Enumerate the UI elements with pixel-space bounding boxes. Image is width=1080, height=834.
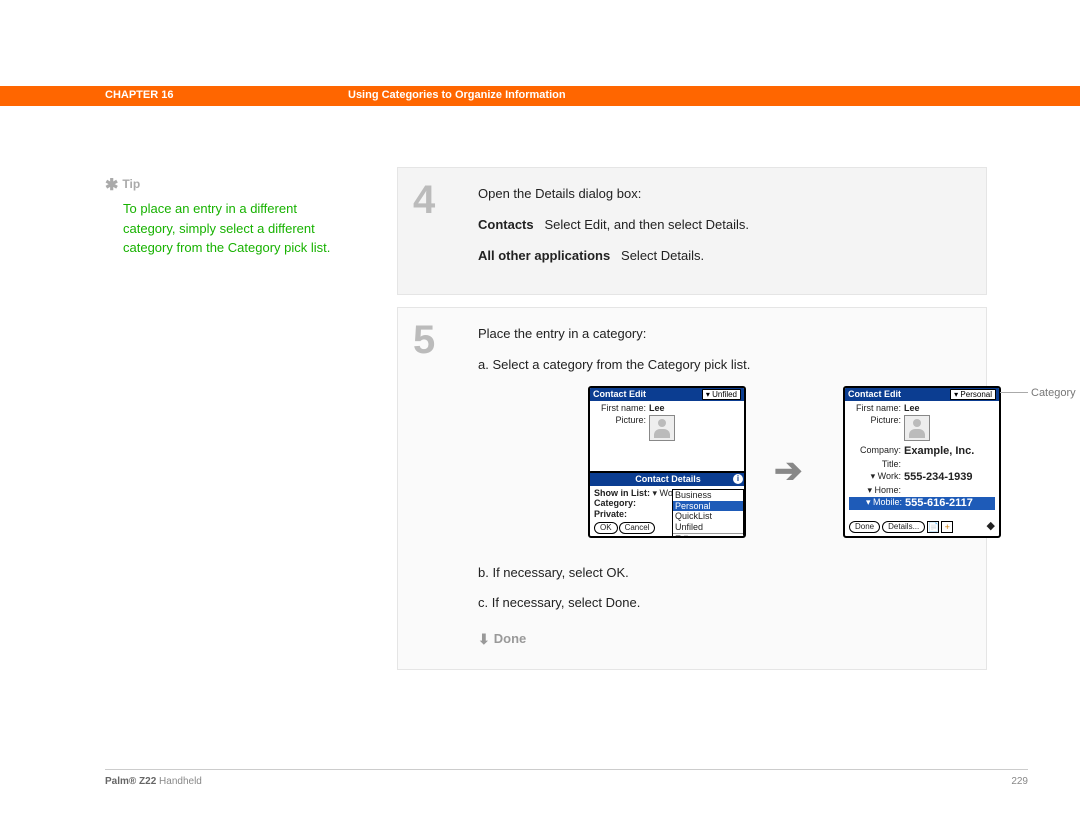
done-text: Done [494,631,527,646]
device2-work-value: 555-234-1939 [904,471,973,484]
device2-work-label: ▾ Work: [849,471,901,484]
arrow-right-icon: ➔ [774,444,803,498]
device2-add-button: + [941,521,953,533]
done-marker: ⬇ Done [478,628,966,650]
chapter-title: Using Categories to Organize Information [348,89,566,101]
dropdown-opt-business: Business [673,490,743,501]
device-screenshot-left: Contact Edit ▾ Unfiled First name:Lee Pi… [588,386,746,538]
step-number-5: 5 [413,318,463,363]
popup-cancel-button: Cancel [619,522,656,534]
arrow-down-icon: ⬇ [478,628,490,650]
asterisk-icon: ✱ [105,177,118,194]
contact-details-popup: Contact Details i Show in List: ▾ Work Ca… [588,471,746,538]
step5-intro: Place the entry in a category: [478,324,966,345]
product-name: Palm® Z22 Handheld [105,776,202,787]
device2-title-label: Title: [849,459,901,470]
device2-picture-label: Picture: [849,415,901,441]
step4-contacts-text: Select Edit, and then select Details. [544,217,749,232]
device2-details-button: Details... [882,521,925,533]
device2-category-text: Personal [960,390,992,399]
avatar-icon [649,415,675,441]
dropdown-opt-unfiled: Unfiled [673,522,743,533]
device2-note-button: 📄 [927,521,939,533]
popup-body: Show in List: ▾ Work Category: Private: … [590,486,746,536]
dropdown-opt-edit: Edit Categories... [673,533,743,538]
device2-body: First name:Lee Picture: Company:Example,… [845,401,999,513]
dropdown-opt-quicklist: QuickList [673,511,743,522]
step4-other-text: Select Details. [621,248,704,263]
device2-category-chip: ▾ Personal [950,389,996,401]
device2-company-label: Company: [849,445,901,458]
device1-picture-label: Picture: [594,415,646,441]
device1-category-text: Unfiled [712,390,737,399]
tip-label-text: Tip [122,177,140,191]
popup-ok-button: OK [594,522,618,534]
device1-titlebar: Contact Edit ▾ Unfiled [590,388,744,402]
device2-firstname-label: First name: [849,403,901,414]
step5-c: c. If necessary, select Done. [478,593,966,614]
callout-category-label: Category [1031,385,1076,403]
device1-title: Contact Edit [593,389,646,401]
device1-firstname-label: First name: [594,403,646,414]
tip-heading: ✱ Tip [105,175,335,195]
device1-category-chip: ▾ Unfiled [702,389,741,401]
popup-title-text: Contact Details [635,474,701,484]
step5-b: b. If necessary, select OK. [478,563,966,584]
step4-contacts-label: Contacts [478,217,534,232]
device2-title: Contact Edit [848,389,901,401]
step-5: 5 Place the entry in a category: a. Sele… [397,307,987,670]
page-number: 229 [1011,776,1028,787]
device2-mobile-value: 555-616-2117 [905,497,973,510]
avatar-icon [904,415,930,441]
tip-sidebar: ✱ Tip To place an entry in a different ca… [105,175,335,258]
dropdown-opt-personal: Personal [673,501,743,512]
step-number-4: 4 [413,178,463,223]
device2-home-label: ▾ Home: [849,485,901,496]
steps-area: 4 Open the Details dialog box: Contacts … [397,167,987,682]
device2-done-button: Done [849,521,880,533]
device1-body: First name:Lee Picture: [590,401,744,444]
step4-contacts-row: Contacts Select Edit, and then select De… [478,215,966,236]
page-footer: Palm® Z22 Handheld 229 [105,769,1028,787]
product-rest: Handheld [156,776,202,787]
step-4: 4 Open the Details dialog box: Contacts … [397,167,987,295]
info-icon: i [733,474,743,484]
popup-title: Contact Details i [590,473,746,486]
product-bold: Palm® Z22 [105,776,156,787]
updown-icon: ◆ [987,520,995,533]
chapter-label: CHAPTER 16 [105,89,173,101]
tip-body: To place an entry in a different categor… [105,199,335,258]
step4-other-label: All other applications [478,248,610,263]
device-screenshot-right: Contact Edit ▾ Personal First name:Lee P… [843,386,1001,538]
devices-illustration: Contact Edit ▾ Unfiled First name:Lee Pi… [478,386,966,551]
popup-show-label: Show in List: [594,488,650,498]
chapter-header-bar: CHAPTER 16 Using Categories to Organize … [0,86,1080,106]
step4-other-row: All other applications Select Details. [478,246,966,267]
popup-private-label: Private: [594,509,627,519]
device2-firstname-value: Lee [904,403,920,414]
device2-button-row: Done Details... 📄 + ◆ [849,520,995,533]
step5-a: a. Select a category from the Category p… [478,355,966,376]
device2-company-value: Example, Inc. [904,445,974,458]
category-dropdown: Business Personal QuickList Unfiled Edit… [672,489,744,538]
callout-leader [1000,392,1028,393]
device2-titlebar: Contact Edit ▾ Personal [845,388,999,402]
popup-category-label: Category: [594,498,636,508]
step4-intro: Open the Details dialog box: [478,184,966,205]
device2-mobile-label: ▾ Mobile: [850,497,902,510]
device1-firstname-value: Lee [649,403,665,414]
